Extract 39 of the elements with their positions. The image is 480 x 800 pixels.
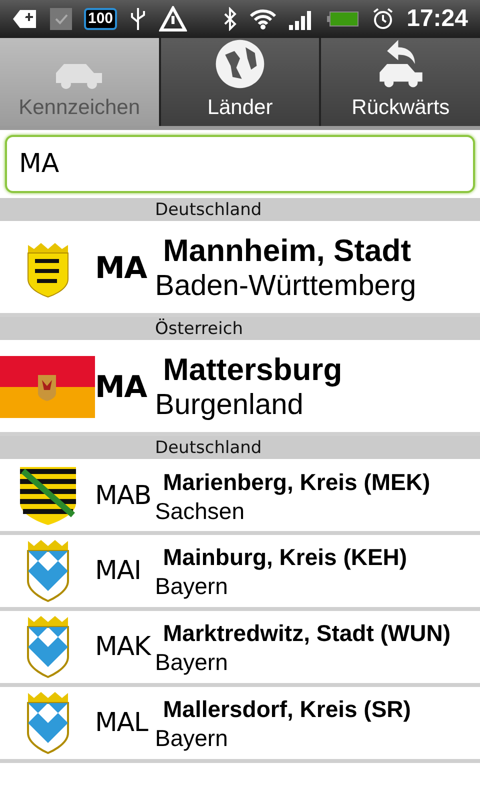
battery-level-badge: 100 [84, 8, 118, 30]
section-header: Deutschland [154, 199, 263, 222]
coat-of-arms-icon [18, 465, 76, 527]
section-header: Österreich [154, 318, 244, 341]
coat-of-arms-icon [24, 615, 70, 679]
place-name: Mannheim, Stadt [162, 233, 412, 269]
plate-code: MA [95, 368, 148, 406]
coat-of-arms-icon [24, 539, 70, 603]
plate-code: MAI [95, 554, 142, 588]
plate-code: MAB [95, 480, 152, 512]
bluetooth-icon [222, 7, 237, 31]
plate-code: MAK [95, 630, 152, 664]
place-name: Mainburg, Kreis (KEH) [162, 542, 408, 572]
battery-icon [326, 11, 359, 27]
tab[interactable]: Länder [160, 38, 320, 126]
tab[interactable]: Rückwärts [321, 38, 480, 126]
usb-icon [129, 6, 148, 32]
search-field[interactable]: MA [5, 135, 475, 193]
region-name: Bayern [155, 724, 229, 752]
region-name: Burgenland [155, 388, 304, 422]
region-name: Sachsen [155, 496, 246, 524]
section-header: Deutschland [154, 437, 263, 460]
flag-icon [0, 356, 95, 418]
plate-code: MA [95, 250, 148, 288]
checkbox-icon [50, 8, 72, 30]
region-name: Baden-Württemberg [155, 269, 418, 303]
place-name: Mattersburg [162, 352, 344, 388]
wifi-icon [248, 8, 277, 30]
place-name: Marienberg, Kreis (MEK) [162, 468, 432, 496]
region-name: Bayern [155, 648, 229, 676]
add-icon [12, 8, 38, 30]
region-name: Bayern [155, 572, 229, 600]
plate-code: MAL [95, 706, 150, 740]
coat-of-arms-icon [24, 691, 70, 755]
warning-icon [159, 6, 188, 32]
alarm-clock-icon [370, 7, 395, 31]
place-name: Mallersdorf, Kreis (SR) [162, 694, 412, 724]
clock-time: 17:24 [406, 4, 468, 34]
place-name: Marktredwitz, Stadt (WUN) [162, 618, 452, 648]
